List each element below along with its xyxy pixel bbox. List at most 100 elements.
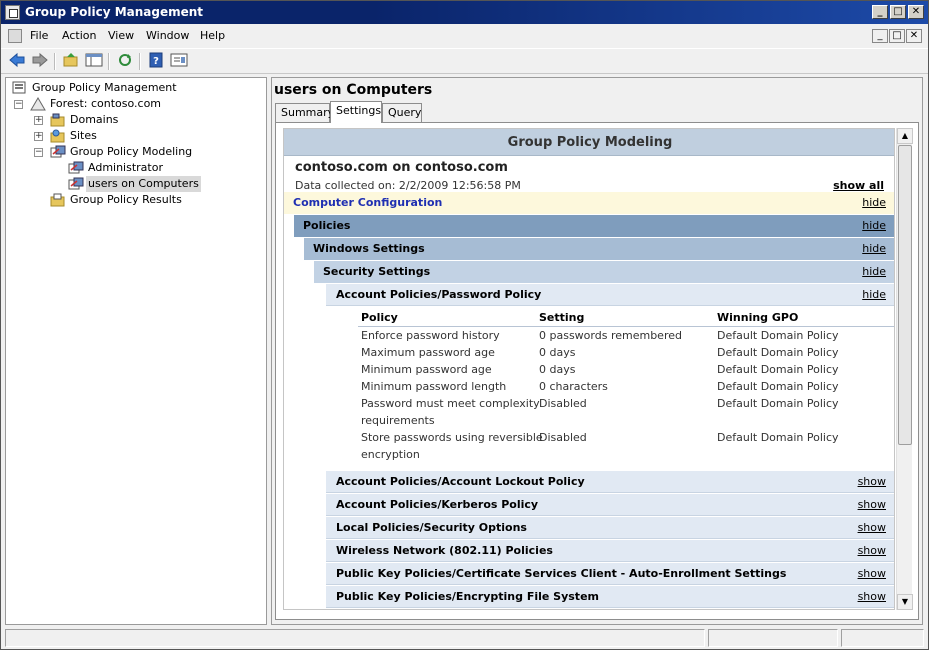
table-cell-policy-cont: encryption bbox=[361, 448, 420, 461]
data-collected-text: Data collected on: 2/2/2009 12:56:58 PM bbox=[295, 179, 521, 192]
expand-domains[interactable]: + bbox=[34, 116, 43, 125]
help-icon[interactable]: ? bbox=[146, 52, 166, 71]
status-bar bbox=[1, 627, 928, 649]
document-icon[interactable] bbox=[8, 29, 22, 43]
title-bar[interactable]: Group Policy Management _ □ ✕ bbox=[1, 1, 928, 24]
show-link[interactable]: show bbox=[858, 540, 886, 562]
properties-icon[interactable] bbox=[169, 52, 189, 71]
table-cell-policy: Minimum password length bbox=[361, 380, 507, 393]
table-cell-setting: Disabled bbox=[539, 431, 587, 444]
table-cell-setting: Disabled bbox=[539, 397, 587, 410]
section-policies: Policies hide bbox=[294, 215, 894, 237]
forest-icon bbox=[30, 97, 46, 111]
report-subtitle: contoso.com on contoso.com bbox=[295, 160, 508, 175]
domains-icon bbox=[50, 113, 66, 127]
table-cell-gpo: Default Domain Policy bbox=[717, 397, 839, 410]
table-cell-gpo: Default Domain Policy bbox=[717, 329, 839, 342]
show-link[interactable]: show bbox=[858, 563, 886, 585]
section-computer-configuration: Computer Configuration hide bbox=[284, 192, 894, 214]
menu-help[interactable]: Help bbox=[200, 29, 225, 42]
toolbar: ? bbox=[1, 48, 928, 74]
table-cell-policy: Password must meet complexity bbox=[361, 397, 540, 410]
show-hide-tree-icon[interactable] bbox=[84, 52, 104, 71]
menu-view[interactable]: View bbox=[108, 29, 134, 42]
vertical-scrollbar[interactable]: ▲ ▼ bbox=[896, 128, 913, 610]
scroll-down-button[interactable]: ▼ bbox=[897, 594, 913, 610]
table-cell-setting: 0 days bbox=[539, 363, 576, 376]
tab-query[interactable]: Query bbox=[382, 103, 422, 122]
details-pane: users on Computers Summary Settings Quer… bbox=[271, 77, 923, 625]
gpmc-window: Group Policy Management _ □ ✕ File Actio… bbox=[0, 0, 929, 650]
minimize-button[interactable]: _ bbox=[872, 5, 888, 19]
forward-icon[interactable] bbox=[30, 52, 50, 71]
tab-summary[interactable]: Summary bbox=[275, 103, 334, 122]
settings-report: Group Policy Modeling contoso.com on con… bbox=[283, 128, 895, 610]
collapse-forest[interactable]: − bbox=[14, 100, 23, 109]
column-header-policy: Policy bbox=[361, 311, 398, 324]
show-link[interactable]: show bbox=[858, 586, 886, 608]
up-folder-icon[interactable] bbox=[61, 52, 81, 71]
console-tree: Group Policy Management − Forest: contos… bbox=[5, 77, 267, 625]
sites-icon bbox=[50, 129, 66, 143]
scroll-thumb[interactable] bbox=[898, 145, 912, 445]
hide-link[interactable]: hide bbox=[862, 284, 886, 306]
menu-window[interactable]: Window bbox=[146, 29, 189, 42]
back-icon[interactable] bbox=[7, 52, 27, 71]
status-panel-2 bbox=[708, 629, 838, 647]
section-password-policy: Account Policies/Password Policy hide bbox=[326, 284, 894, 306]
page-title: users on Computers bbox=[274, 82, 433, 98]
show-link[interactable]: show bbox=[858, 517, 886, 539]
expand-sites[interactable]: + bbox=[34, 132, 43, 141]
section-security-options: Local Policies/Security Options show bbox=[326, 517, 894, 539]
tab-settings[interactable]: Settings bbox=[330, 101, 382, 123]
table-cell-policy: Enforce password history bbox=[361, 329, 500, 342]
hide-link[interactable]: hide bbox=[862, 215, 886, 237]
column-header-winning-gpo: Winning GPO bbox=[717, 311, 799, 324]
hide-link[interactable]: hide bbox=[862, 261, 886, 283]
mdi-restore-button[interactable]: □ bbox=[889, 29, 905, 43]
mdi-minimize-button[interactable]: _ bbox=[872, 29, 888, 43]
hide-link[interactable]: hide bbox=[862, 238, 886, 260]
modeling-icon bbox=[50, 145, 66, 159]
maximize-button[interactable]: □ bbox=[890, 5, 906, 19]
modeling-result-icon bbox=[68, 177, 84, 191]
table-cell-setting: 0 days bbox=[539, 346, 576, 359]
section-windows-settings: Windows Settings hide bbox=[304, 238, 894, 260]
status-panel-main bbox=[5, 629, 705, 647]
section-wireless-network: Wireless Network (802.11) Policies show bbox=[326, 540, 894, 562]
results-icon bbox=[50, 193, 66, 207]
table-cell-setting: 0 passwords remembered bbox=[539, 329, 682, 342]
section-account-lockout-policy: Account Policies/Account Lockout Policy … bbox=[326, 471, 894, 493]
mdi-close-button[interactable]: ✕ bbox=[906, 29, 922, 43]
table-cell-setting: 0 characters bbox=[539, 380, 608, 393]
menu-action[interactable]: Action bbox=[62, 29, 96, 42]
table-cell-gpo: Default Domain Policy bbox=[717, 431, 839, 444]
table-cell-policy: Maximum password age bbox=[361, 346, 495, 359]
scroll-up-button[interactable]: ▲ bbox=[897, 128, 913, 144]
table-cell-gpo: Default Domain Policy bbox=[717, 380, 839, 393]
table-cell-policy: Minimum password age bbox=[361, 363, 492, 376]
svg-text:?: ? bbox=[153, 56, 159, 67]
report-header: Group Policy Modeling bbox=[284, 129, 894, 156]
show-link[interactable]: show bbox=[858, 471, 886, 493]
menu-bar: File Action View Window Help bbox=[1, 25, 928, 47]
section-auto-enrollment: Public Key Policies/Certificate Services… bbox=[326, 563, 894, 585]
table-cell-policy-cont: requirements bbox=[361, 414, 435, 427]
show-all-link[interactable]: show all bbox=[833, 179, 884, 192]
gpmc-icon bbox=[12, 81, 28, 95]
window-title: Group Policy Management bbox=[25, 5, 204, 19]
section-kerberos-policy: Account Policies/Kerberos Policy show bbox=[326, 494, 894, 516]
refresh-icon[interactable] bbox=[115, 52, 135, 71]
column-header-setting: Setting bbox=[539, 311, 585, 324]
collapse-modeling[interactable]: − bbox=[34, 148, 43, 157]
status-panel-3 bbox=[841, 629, 924, 647]
close-button[interactable]: ✕ bbox=[908, 5, 924, 19]
menu-file[interactable]: File bbox=[30, 29, 48, 42]
modeling-result-icon bbox=[68, 161, 84, 175]
section-security-settings: Security Settings hide bbox=[314, 261, 894, 283]
app-icon bbox=[5, 5, 20, 20]
table-cell-gpo: Default Domain Policy bbox=[717, 363, 839, 376]
table-cell-policy: Store passwords using reversible bbox=[361, 431, 543, 444]
hide-link[interactable]: hide bbox=[862, 192, 886, 214]
show-link[interactable]: show bbox=[858, 494, 886, 516]
